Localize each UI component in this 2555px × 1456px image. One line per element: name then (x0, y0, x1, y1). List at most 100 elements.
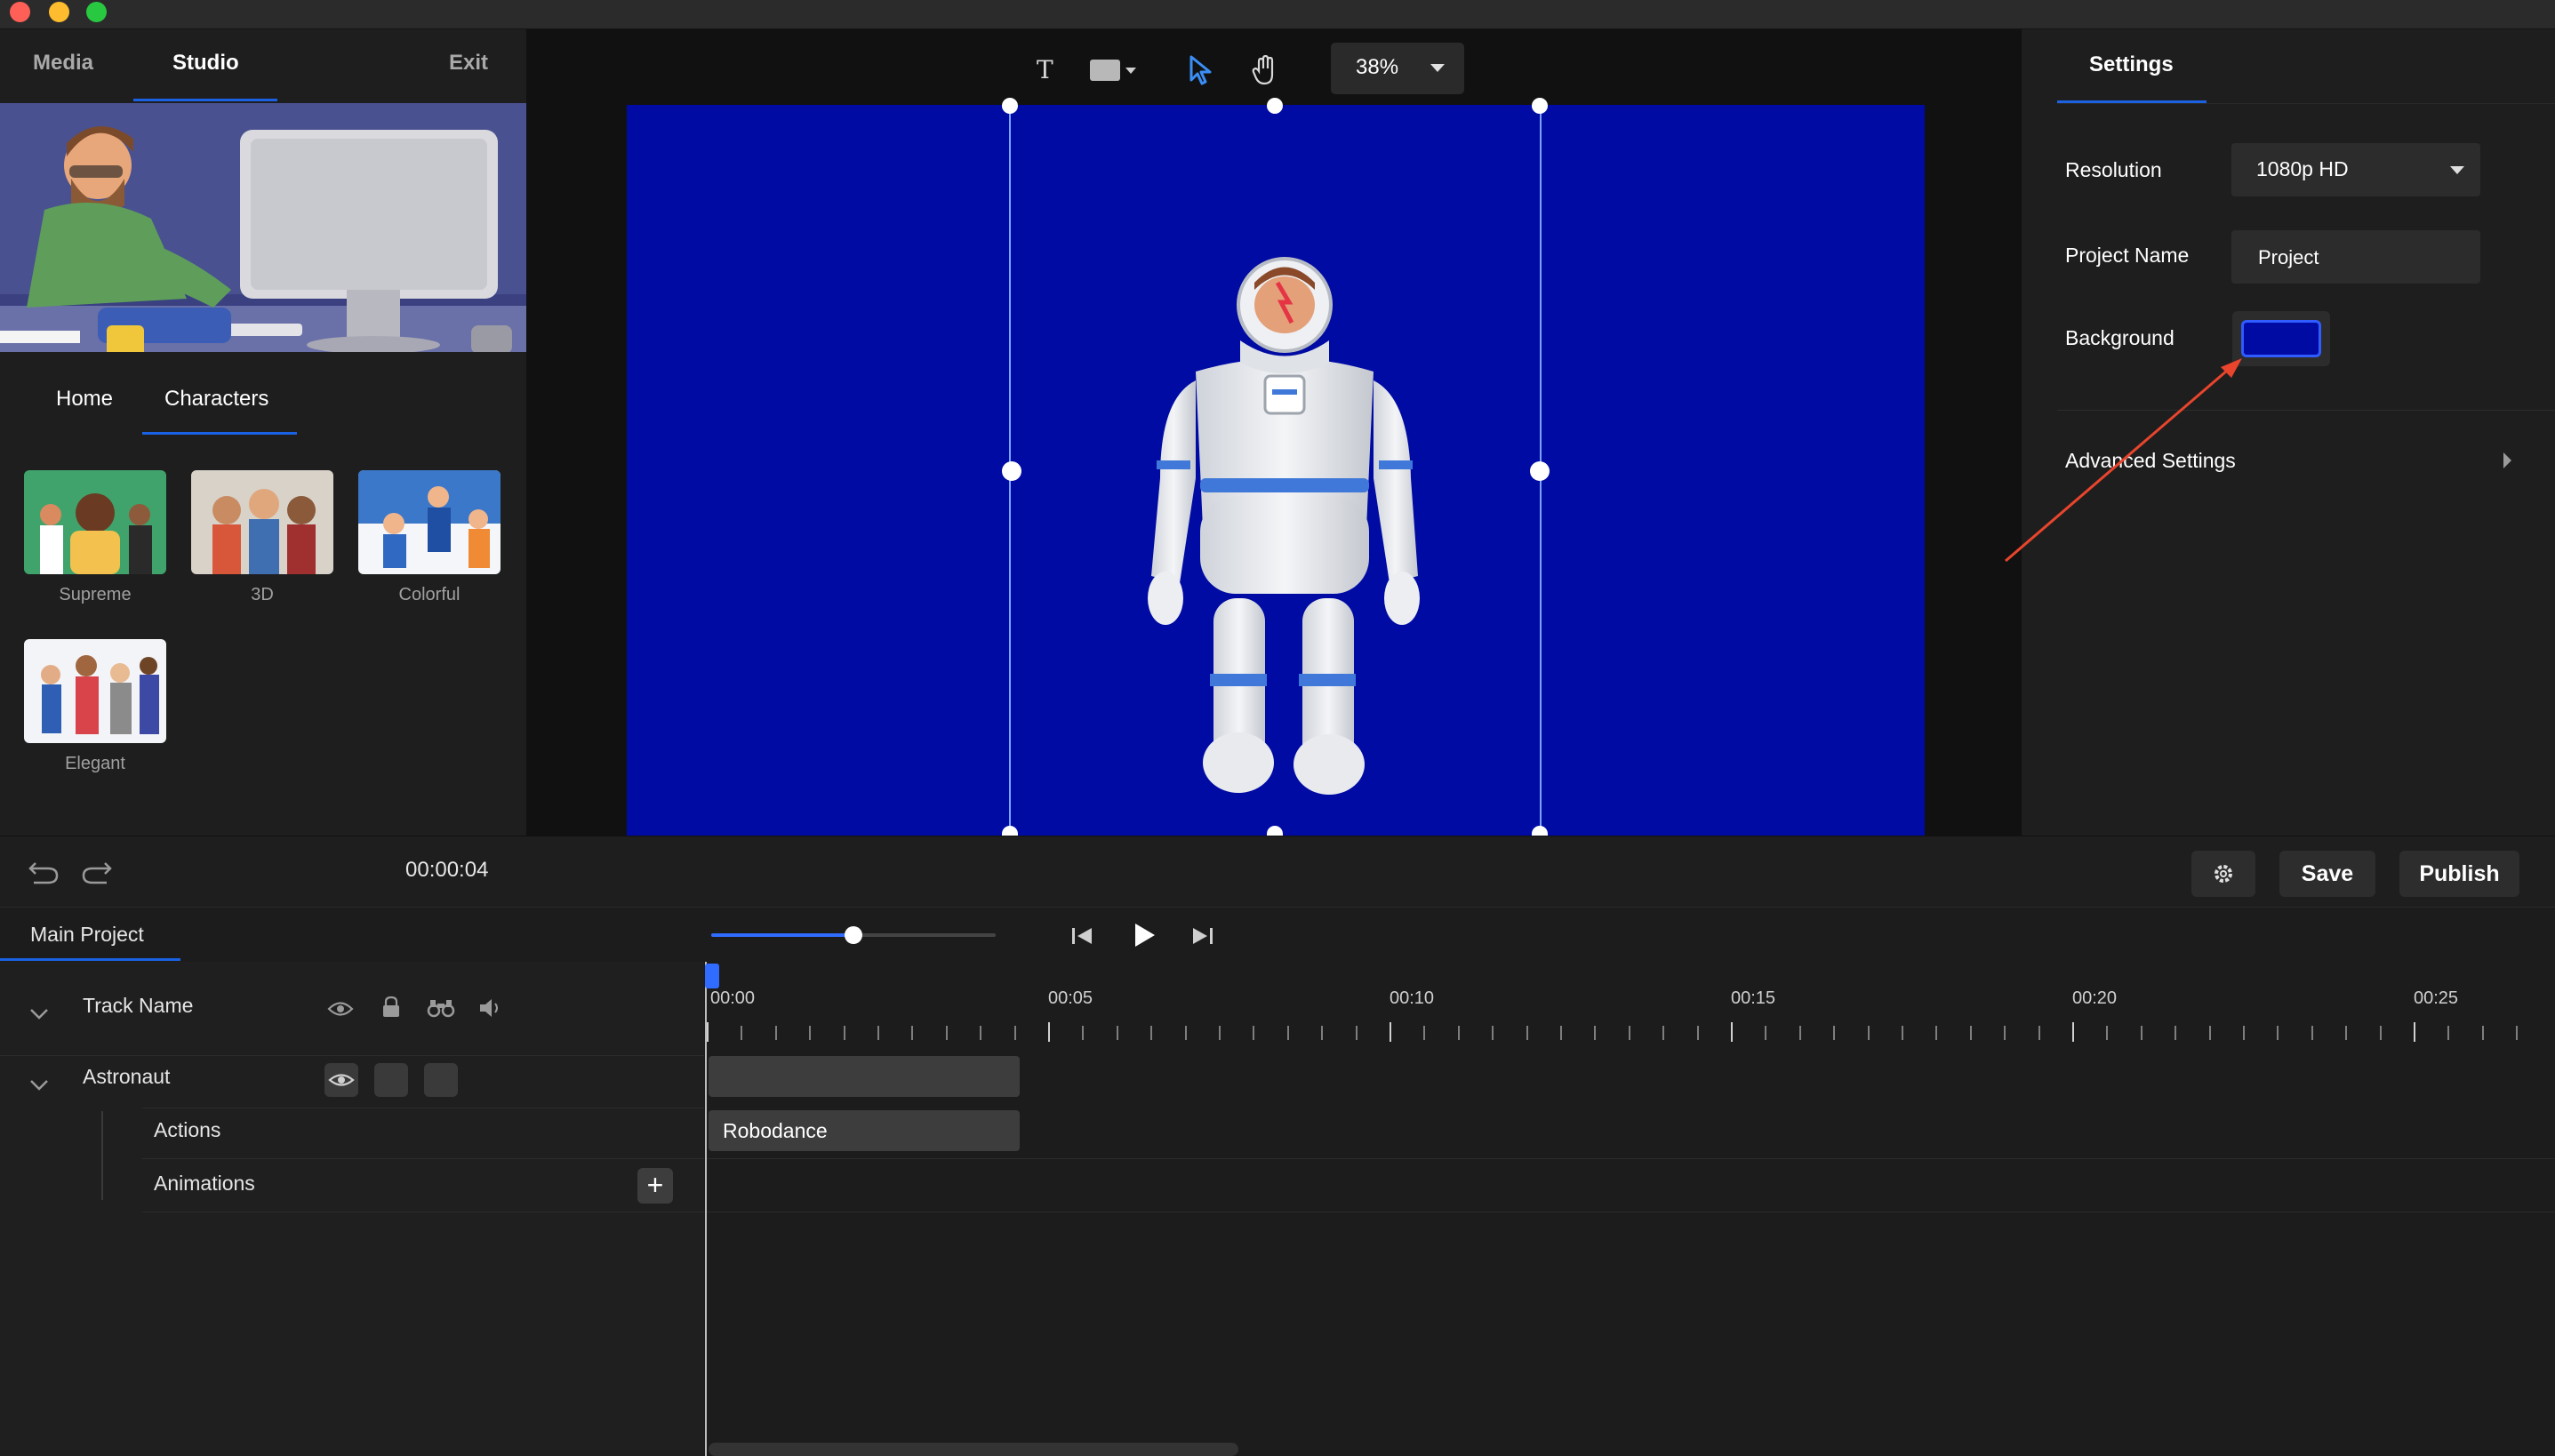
selection-handle[interactable] (1002, 826, 1018, 836)
ruler-tick (741, 1026, 743, 1040)
add-animation-button[interactable]: + (637, 1168, 673, 1204)
character-style-3d[interactable]: 3D (191, 470, 333, 605)
ruler-tick (1696, 1026, 1699, 1040)
subtab-characters[interactable]: Characters (164, 387, 268, 412)
character-style-colorful[interactable]: Colorful (358, 470, 501, 605)
play-icon[interactable] (1127, 919, 1159, 951)
hero-illustration (0, 103, 526, 352)
lock-icon[interactable] (380, 996, 402, 1019)
ruler-tick (1798, 1026, 1801, 1040)
ruler-tick (1731, 1022, 1733, 1042)
annotation-arrow (2005, 358, 2242, 563)
playback-slider-handle[interactable] (845, 926, 862, 944)
ruler-tick (1457, 1026, 1460, 1040)
publish-button[interactable]: Publish (2399, 851, 2519, 897)
project-name-label: Project Name (2065, 244, 2190, 267)
divider (707, 1158, 2555, 1159)
character-style-elegant[interactable]: Elegant (24, 639, 166, 774)
resolution-label: Resolution (2065, 158, 2162, 181)
ruler-tick (2175, 1026, 2177, 1040)
ruler-tick (2072, 1022, 2074, 1042)
thumbnail-image (191, 470, 333, 574)
ruler-tick (1867, 1026, 1870, 1040)
timeline-clip[interactable] (709, 1056, 1020, 1097)
tab-studio[interactable]: Studio (172, 51, 239, 76)
skip-forward-icon[interactable] (1189, 923, 1216, 949)
ruler-tick (774, 1026, 777, 1040)
divider (2057, 103, 2555, 104)
ruler-tick (1628, 1026, 1630, 1040)
skip-back-icon[interactable] (1069, 923, 1095, 949)
ruler-tick (911, 1026, 914, 1040)
zoom-window-button[interactable] (86, 2, 107, 22)
close-window-button[interactable] (10, 2, 30, 22)
shape-tool-chevron-down-icon[interactable] (1125, 68, 1136, 74)
ruler-tick (2481, 1026, 2484, 1040)
track-child-animations[interactable]: Animations (154, 1172, 255, 1196)
text-tool-icon[interactable]: T (1037, 55, 1053, 84)
selection-handle[interactable] (1267, 826, 1283, 836)
ruler-tick (843, 1026, 845, 1040)
ruler-tick (1013, 1026, 1016, 1040)
track-child-actions[interactable]: Actions (154, 1118, 220, 1142)
ruler-tick (2516, 1026, 2519, 1040)
hand-pan-icon[interactable] (1252, 55, 1278, 85)
time-label: 00:10 (1390, 988, 1435, 1008)
select-cursor-icon[interactable] (1188, 55, 1214, 85)
ruler-tick (2277, 1026, 2279, 1040)
plus-icon: + (646, 1169, 664, 1201)
ruler-tick (1492, 1026, 1494, 1040)
resolution-select[interactable]: 1080p HD (2231, 143, 2480, 196)
ruler-tick (1833, 1026, 1836, 1040)
time-label: 00:15 (1731, 988, 1776, 1008)
time-label: 00:05 (1048, 988, 1093, 1008)
minimize-window-button[interactable] (49, 2, 69, 22)
character-style-supreme[interactable]: Supreme (24, 470, 166, 605)
eye-icon[interactable] (327, 999, 354, 1019)
exit-button[interactable]: Exit (449, 51, 488, 76)
ruler-tick (1935, 1026, 1938, 1040)
tab-media[interactable]: Media (33, 51, 93, 76)
selection-handle[interactable] (1530, 461, 1550, 481)
chevron-down-icon (2450, 166, 2464, 174)
undo-icon[interactable] (27, 856, 60, 886)
redo-icon[interactable] (80, 856, 114, 886)
shape-tool-icon[interactable] (1090, 60, 1120, 81)
ruler-tick (1184, 1026, 1187, 1040)
timeline-clip-robodance[interactable]: Robodance (709, 1110, 1020, 1151)
stage-canvas[interactable] (627, 105, 1925, 836)
subtab-home[interactable]: Home (56, 387, 113, 412)
background-label: Background (2065, 326, 2175, 349)
selection-handle[interactable] (1267, 98, 1283, 114)
speaker-icon[interactable] (478, 997, 505, 1019)
tab-settings[interactable]: Settings (2089, 52, 2174, 77)
playhead-line[interactable] (705, 962, 707, 1456)
track-lock-toggle[interactable] (374, 1063, 408, 1097)
track-name[interactable]: Astronaut (83, 1065, 170, 1089)
binoculars-icon[interactable] (427, 997, 455, 1019)
selection-handle[interactable] (1002, 98, 1018, 114)
chevron-down-icon[interactable] (28, 1006, 50, 1022)
ruler-tick (1560, 1026, 1562, 1040)
astronaut-character[interactable] (627, 105, 1925, 836)
selection-handle[interactable] (1002, 461, 1021, 481)
selection-handle[interactable] (1532, 826, 1548, 836)
project-name-input[interactable]: Project (2231, 230, 2480, 284)
ruler-tick (809, 1026, 812, 1040)
gear-button[interactable] (2191, 851, 2255, 897)
selection-handle[interactable] (1532, 98, 1548, 114)
track-solo-toggle[interactable] (424, 1063, 458, 1097)
save-button[interactable]: Save (2279, 851, 2375, 897)
playhead-handle[interactable] (705, 964, 719, 988)
tab-main-project[interactable]: Main Project (30, 923, 144, 947)
zoom-select[interactable]: 38% (1331, 43, 1464, 94)
divider (0, 1055, 704, 1056)
chevron-right-icon[interactable] (2503, 452, 2511, 468)
chevron-down-icon[interactable] (28, 1077, 50, 1093)
ruler-tick (1390, 1022, 1391, 1042)
timeline-scrollbar[interactable] (709, 1443, 1238, 1456)
time-label: 00:25 (2414, 988, 2459, 1008)
ruler-tick (1150, 1026, 1153, 1040)
ruler-tick (1082, 1026, 1085, 1040)
track-visibility-toggle[interactable] (324, 1063, 358, 1097)
